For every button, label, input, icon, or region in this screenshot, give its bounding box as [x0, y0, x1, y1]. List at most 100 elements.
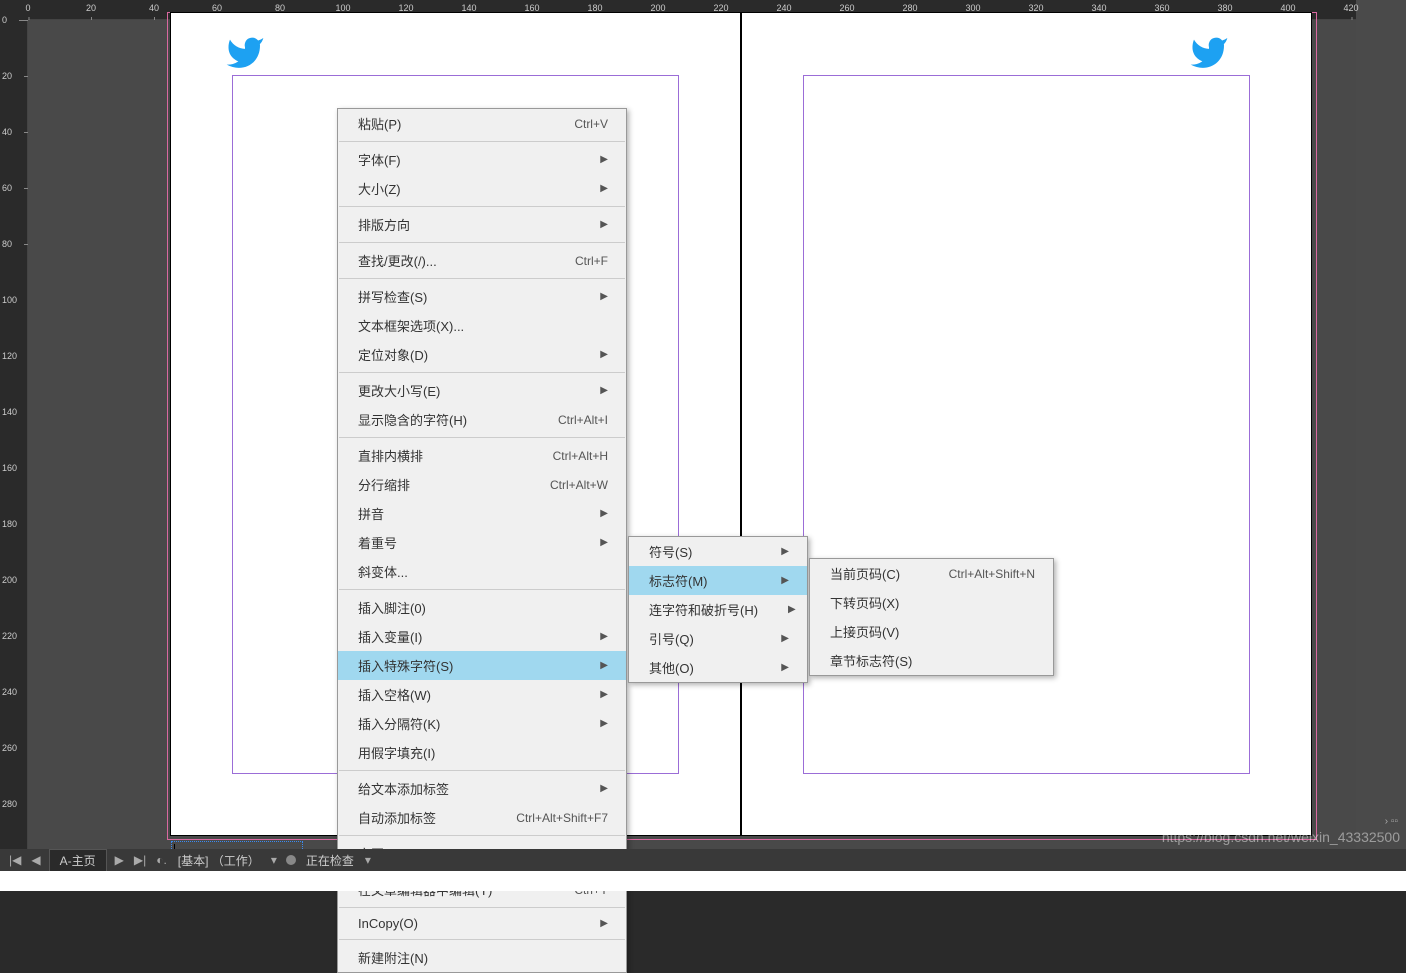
- menu-item[interactable]: 斜变体...: [338, 557, 626, 586]
- menu-item[interactable]: InCopy(O)▶: [338, 911, 626, 936]
- vertical-ruler: 0204060801001201401601802002202402602803…: [0, 20, 28, 850]
- watermark-text: https://blog.csdn.net/weixin_43332500: [1162, 829, 1400, 845]
- menu-separator: [339, 835, 625, 836]
- menu-item[interactable]: 插入脚注(0): [338, 593, 626, 622]
- menu-item[interactable]: 当前页码(C)Ctrl+Alt+Shift+N: [810, 559, 1053, 588]
- page-indicator[interactable]: A-主页: [49, 849, 107, 872]
- menu-item-label: 标志符(M): [649, 571, 708, 590]
- bottom-strip: [0, 871, 1406, 891]
- menu-separator: [339, 907, 625, 908]
- menu-separator: [339, 141, 625, 142]
- submenu-arrow-icon: ▶: [781, 662, 789, 673]
- status-text: 正在检查: [306, 852, 354, 869]
- menu-item-label: 新建附注(N): [358, 948, 428, 967]
- menu-separator: [339, 437, 625, 438]
- menu-item-label: 用假字填充(I): [358, 743, 435, 762]
- menu-separator: [339, 242, 625, 243]
- submenu-arrow-icon: ▶: [781, 633, 789, 644]
- menu-separator: [339, 278, 625, 279]
- twitter-icon: [220, 33, 270, 73]
- menu-item[interactable]: 查找/更改(/)...Ctrl+F: [338, 246, 626, 275]
- menu-item[interactable]: 新建附注(N): [338, 943, 626, 972]
- submenu-arrow-icon: ▶: [600, 783, 608, 794]
- submenu-arrow-icon: ▶: [600, 219, 608, 230]
- menu-item[interactable]: 下转页码(X): [810, 588, 1053, 617]
- submenu-markers[interactable]: 当前页码(C)Ctrl+Alt+Shift+N 下转页码(X) 上接页码(V) 章节标…: [809, 558, 1054, 676]
- menu-item[interactable]: 分行缩排 Ctrl+Alt+W: [338, 470, 626, 499]
- menu-item-label: 引号(Q): [649, 629, 694, 648]
- menu-item-label: 显示隐含的字符(H): [358, 410, 467, 429]
- menu-item-label: 斜变体...: [358, 562, 408, 581]
- nav-last-icon[interactable]: ▶|: [129, 853, 151, 867]
- menu-item-label: 其他(O): [649, 658, 694, 677]
- menu-item[interactable]: 其他(O) ▶: [629, 653, 807, 682]
- submenu-arrow-icon: ▶: [600, 508, 608, 519]
- menu-item[interactable]: 拼音 ▶: [338, 499, 626, 528]
- scroll-pages-icon[interactable]: › ▫▫: [1385, 816, 1398, 827]
- menu-item[interactable]: 插入空格(W)▶: [338, 680, 626, 709]
- preflight-icon[interactable]: ◐.: [151, 853, 172, 867]
- menu-item[interactable]: 标志符(M)▶: [629, 566, 807, 595]
- dropdown-arrow-icon[interactable]: ▾: [266, 853, 282, 867]
- menu-item[interactable]: 大小(Z)▶: [338, 174, 626, 203]
- menu-shortcut: Ctrl+Alt+I: [558, 413, 608, 427]
- menu-item[interactable]: 定位对象(D)▶: [338, 340, 626, 369]
- menu-item[interactable]: 排版方向▶: [338, 210, 626, 239]
- menu-item[interactable]: 给文本添加标签▶: [338, 774, 626, 803]
- menu-item[interactable]: 插入特殊字符(S) ▶: [338, 651, 626, 680]
- menu-item[interactable]: 自动添加标签Ctrl+Alt+Shift+F7: [338, 803, 626, 832]
- right-panel-edge: [1356, 0, 1406, 891]
- submenu-arrow-icon: ▶: [600, 631, 608, 642]
- menu-item-label: 拼写检查(S): [358, 287, 427, 306]
- menu-item[interactable]: 符号(S)▶: [629, 537, 807, 566]
- style-label: [基本] （工作）: [178, 852, 260, 869]
- nav-next-icon[interactable]: ▶: [110, 853, 129, 867]
- submenu-arrow-icon: ▶: [600, 183, 608, 194]
- nav-prev-icon[interactable]: ◀: [26, 853, 45, 867]
- menu-item-label: 章节标志符(S): [830, 651, 912, 670]
- menu-item[interactable]: 字体(F)▶: [338, 145, 626, 174]
- menu-item-label: 插入特殊字符(S): [358, 656, 453, 675]
- menu-separator: [339, 372, 625, 373]
- menu-separator: [339, 589, 625, 590]
- submenu-arrow-icon: ▶: [600, 349, 608, 360]
- menu-item-label: 拼音: [358, 504, 384, 523]
- menu-item-label: 插入空格(W): [358, 685, 431, 704]
- menu-item-label: 插入脚注(0): [358, 598, 426, 617]
- submenu-arrow-icon: ▶: [600, 660, 608, 671]
- menu-item-label: 下转页码(X): [830, 593, 899, 612]
- context-menu-main[interactable]: 粘贴(P)Ctrl+V 字体(F)▶大小(Z)▶ 排版方向▶ 查找/更改(/)...C…: [337, 108, 627, 973]
- menu-item-label: 分行缩排: [358, 475, 410, 494]
- menu-item[interactable]: 插入分隔符(K)▶: [338, 709, 626, 738]
- menu-separator: [339, 770, 625, 771]
- menu-shortcut: Ctrl+Alt+H: [553, 449, 608, 463]
- menu-item-label: 连字符和破折号(H): [649, 600, 758, 619]
- submenu-arrow-icon: ▶: [600, 385, 608, 396]
- menu-item[interactable]: 拼写检查(S) ▶: [338, 282, 626, 311]
- menu-item[interactable]: 引号(Q) ▶: [629, 624, 807, 653]
- twitter-icon: [1184, 33, 1234, 73]
- nav-first-icon[interactable]: |◀: [4, 853, 26, 867]
- submenu-arrow-icon: ▶: [781, 546, 789, 557]
- menu-separator: [339, 206, 625, 207]
- menu-item-label: InCopy(O): [358, 916, 418, 931]
- document-canvas[interactable]: [28, 20, 1356, 851]
- menu-item[interactable]: 用假字填充(I): [338, 738, 626, 767]
- menu-item[interactable]: 更改大小写(E)▶: [338, 376, 626, 405]
- menu-item[interactable]: 着重号▶: [338, 528, 626, 557]
- menu-shortcut: Ctrl+V: [574, 117, 608, 131]
- right-page[interactable]: [741, 12, 1312, 836]
- menu-shortcut: Ctrl+Alt+W: [550, 478, 608, 492]
- menu-item[interactable]: 粘贴(P)Ctrl+V: [338, 109, 626, 138]
- dropdown-arrow-icon[interactable]: ▾: [360, 853, 376, 867]
- menu-item[interactable]: 章节标志符(S): [810, 646, 1053, 675]
- menu-item[interactable]: 文本框架选项(X)...: [338, 311, 626, 340]
- menu-item[interactable]: 显示隐含的字符(H) Ctrl+Alt+I: [338, 405, 626, 434]
- submenu-arrow-icon: ▶: [600, 718, 608, 729]
- menu-item[interactable]: 直排内横排Ctrl+Alt+H: [338, 441, 626, 470]
- menu-item[interactable]: 插入变量(I)▶: [338, 622, 626, 651]
- submenu-arrow-icon: ▶: [600, 291, 608, 302]
- menu-item[interactable]: 连字符和破折号(H)▶: [629, 595, 807, 624]
- submenu-special-chars[interactable]: 符号(S)▶标志符(M)▶连字符和破折号(H)▶引号(Q)▶其他(O)▶: [628, 536, 808, 683]
- menu-item[interactable]: 上接页码(V): [810, 617, 1053, 646]
